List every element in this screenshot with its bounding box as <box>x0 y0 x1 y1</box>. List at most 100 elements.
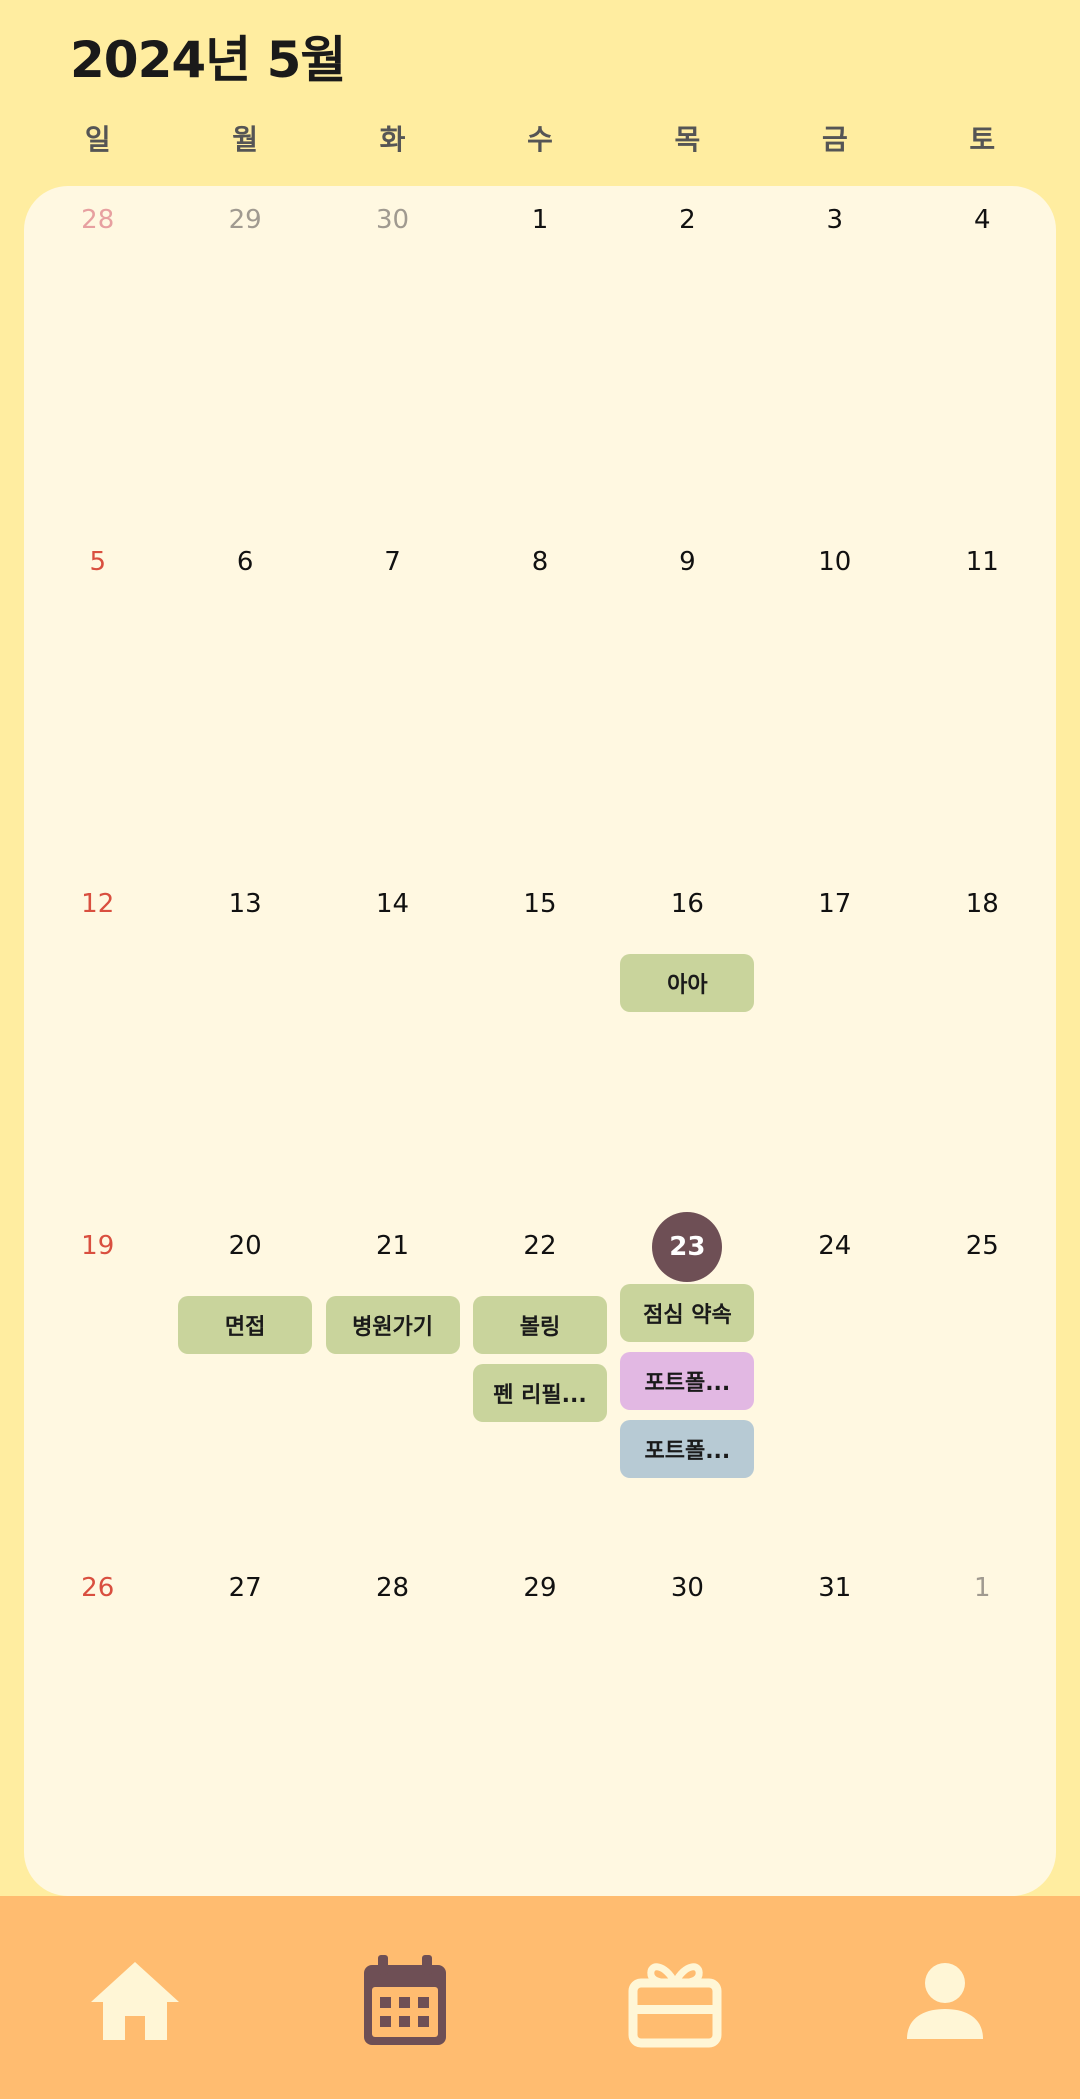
day-cell[interactable]: 20 면접 <box>171 1212 318 1554</box>
day-cell[interactable]: 1 <box>466 186 613 528</box>
day-number: 10 <box>818 547 852 577</box>
day-number: 31 <box>818 1573 852 1603</box>
day-cell[interactable]: 25 <box>909 1212 1056 1554</box>
day-cell[interactable]: 8 <box>466 528 613 870</box>
day-cell[interactable]: 30 <box>614 1554 761 1896</box>
day-cell[interactable]: 16 아아 <box>614 870 761 1212</box>
event-list: 면접 <box>171 1296 318 1354</box>
day-number: 20 <box>228 1231 262 1261</box>
day-number: 13 <box>228 889 262 919</box>
day-cell[interactable]: 14 <box>319 870 466 1212</box>
day-number: 1 <box>531 205 549 235</box>
day-cell[interactable]: 31 <box>761 1554 908 1896</box>
event-list: 볼링펜 리필... <box>466 1296 613 1422</box>
day-cell[interactable]: 15 <box>466 870 613 1212</box>
week-row: 19 20 면접 21 병원가기 22 볼링펜 리필... 23 점심 약속포트폴... 포트폴.… <box>24 1212 1056 1554</box>
day-cell[interactable]: 6 <box>171 528 318 870</box>
day-cell[interactable]: 18 <box>909 870 1056 1212</box>
profile-icon <box>907 1963 983 2039</box>
day-number: 28 <box>376 1573 410 1603</box>
nav-profile[interactable] <box>890 1946 1000 2056</box>
day-cell[interactable]: 9 <box>614 528 761 870</box>
day-cell[interactable]: 2 <box>614 186 761 528</box>
day-number: 19 <box>81 1231 115 1261</box>
nav-home[interactable] <box>80 1946 190 2056</box>
weekday-sat: 토 <box>969 123 996 156</box>
weekday-mon: 월 <box>232 123 259 156</box>
day-number: 9 <box>679 547 696 577</box>
home-icon <box>91 1962 179 2040</box>
day-cell[interactable]: 22 볼링펜 리필... <box>466 1212 613 1554</box>
day-cell[interactable]: 28 <box>319 1554 466 1896</box>
gift-icon <box>628 1963 722 2048</box>
day-cell[interactable]: 24 <box>761 1212 908 1554</box>
day-cell[interactable]: 27 <box>171 1554 318 1896</box>
calendar-grid: 28 29 30 1 2 3 4 5 6 7 8 9 10 11 12 13 14 15 16 아아 17 18 19 20 면… <box>24 186 1056 1896</box>
day-cell[interactable]: 26 <box>24 1554 171 1896</box>
event-chip[interactable]: 포트폴... <box>620 1420 755 1478</box>
day-cell[interactable]: 30 <box>319 186 466 528</box>
week-row: 28 29 30 1 2 3 4 <box>24 186 1056 528</box>
day-number: 26 <box>81 1573 115 1603</box>
day-cell[interactable]: 5 <box>24 528 171 870</box>
day-number: 21 <box>376 1231 410 1261</box>
event-chip[interactable]: 볼링 <box>472 1296 607 1354</box>
day-number: 24 <box>818 1231 852 1261</box>
day-cell[interactable]: 21 병원가기 <box>319 1212 466 1554</box>
weekday-tue: 화 <box>379 123 406 156</box>
day-number: 25 <box>965 1231 999 1261</box>
day-number: 14 <box>376 889 410 919</box>
day-cell[interactable]: 10 <box>761 528 908 870</box>
event-list: 아아 <box>614 954 761 1012</box>
day-cell[interactable]: 13 <box>171 870 318 1212</box>
day-cell[interactable]: 29 <box>171 186 318 528</box>
weekday-sun: 일 <box>84 123 111 156</box>
day-cell[interactable]: 19 <box>24 1212 171 1554</box>
event-chip[interactable]: 병원가기 <box>325 1296 460 1354</box>
day-number: 11 <box>965 547 999 577</box>
weekday-thu: 목 <box>674 123 701 156</box>
day-number: 27 <box>228 1573 262 1603</box>
day-number: 5 <box>89 547 106 577</box>
day-number: 22 <box>523 1231 557 1261</box>
event-list: 점심 약속포트폴... 포트폴... <box>614 1284 761 1478</box>
nav-gift[interactable] <box>620 1946 730 2056</box>
day-cell[interactable]: 17 <box>761 870 908 1212</box>
nav-calendar[interactable] <box>350 1946 460 2056</box>
day-cell[interactable]: 23 점심 약속포트폴... 포트폴... <box>614 1212 761 1554</box>
day-number: 18 <box>965 889 999 919</box>
week-row: 12 13 14 15 16 아아 17 18 <box>24 870 1056 1212</box>
day-number: 29 <box>228 205 262 235</box>
day-number: 4 <box>973 205 991 235</box>
day-number: 8 <box>531 547 549 577</box>
event-chip[interactable]: 점심 약속 <box>620 1284 755 1342</box>
weekday-fri: 금 <box>821 123 848 156</box>
day-cell[interactable]: 29 <box>466 1554 613 1896</box>
day-cell[interactable]: 11 <box>909 528 1056 870</box>
event-list: 병원가기 <box>319 1296 466 1354</box>
calendar-icon <box>364 1955 446 2045</box>
day-number: 16 <box>670 889 704 919</box>
day-cell[interactable]: 1 <box>909 1554 1056 1896</box>
day-number: 30 <box>376 205 410 235</box>
week-row: 26 27 28 29 30 31 1 <box>24 1554 1056 1896</box>
event-chip[interactable]: 펜 리필... <box>472 1364 607 1422</box>
day-number: 2 <box>679 205 696 235</box>
event-chip[interactable]: 포트폴... <box>620 1352 755 1410</box>
week-row: 5 6 7 8 9 10 11 <box>24 528 1056 870</box>
event-chip[interactable]: 아아 <box>620 954 755 1012</box>
day-cell[interactable]: 28 <box>24 186 171 528</box>
day-number: 6 <box>236 547 254 577</box>
weekday-wed: 수 <box>527 123 553 156</box>
day-number: 17 <box>818 889 852 919</box>
day-cell[interactable]: 3 <box>761 186 908 528</box>
day-number: 15 <box>523 889 557 919</box>
day-cell[interactable]: 4 <box>909 186 1056 528</box>
day-cell[interactable]: 12 <box>24 870 171 1212</box>
event-chip[interactable]: 면접 <box>178 1296 313 1354</box>
day-number: 29 <box>523 1573 557 1603</box>
day-number: 12 <box>81 889 115 919</box>
day-number: 7 <box>384 547 401 577</box>
day-cell[interactable]: 7 <box>319 528 466 870</box>
today-day-number: 23 <box>652 1212 723 1282</box>
